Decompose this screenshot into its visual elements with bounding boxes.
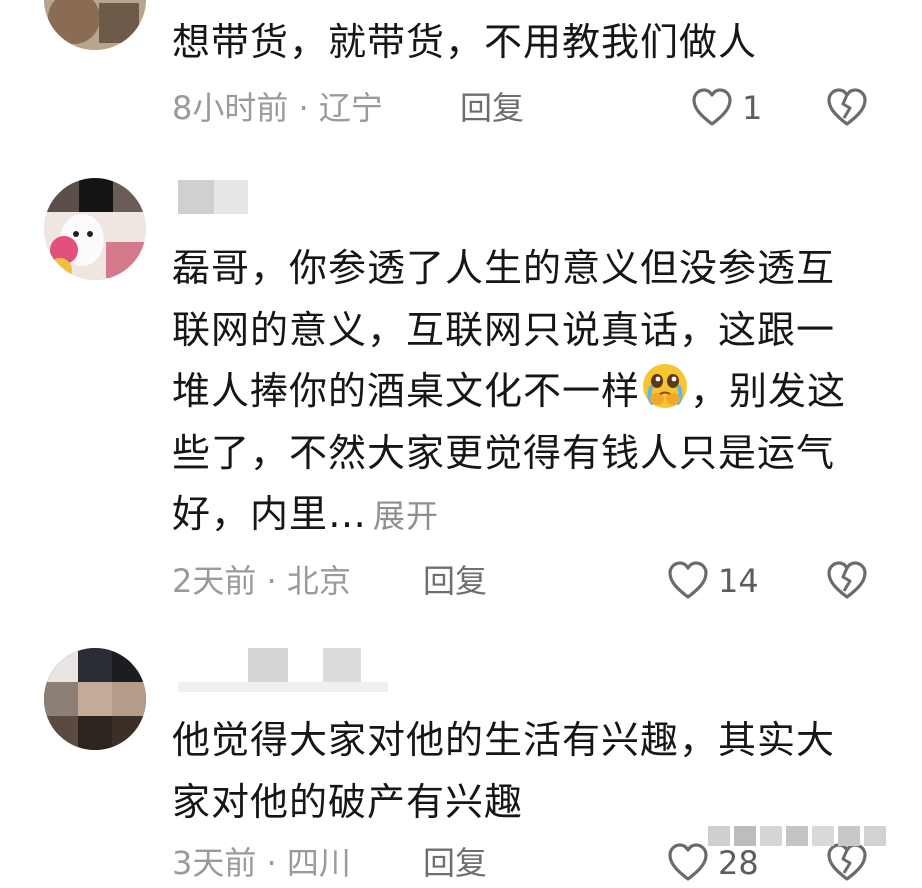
comment-text: 他觉得大家对他的生活有兴趣，其实大家对他的破产有兴趣 <box>172 718 836 824</box>
comment-time: 8小时前 <box>172 89 289 127</box>
avatar[interactable] <box>44 648 146 750</box>
broken-heart-icon[interactable] <box>825 86 869 130</box>
meta-separator: · <box>288 89 319 127</box>
comment-time: 2天前 <box>172 562 257 600</box>
avatar[interactable] <box>44 178 146 280</box>
like-button[interactable]: 14 <box>666 556 759 606</box>
like-count: 14 <box>718 562 759 600</box>
broken-heart-icon[interactable] <box>825 559 869 603</box>
meta-separator: · <box>256 562 287 600</box>
watermark-logo <box>708 826 886 846</box>
comment-meta: 8小时前 · 辽宁 <box>172 83 383 133</box>
comment-location: 北京 <box>286 562 351 600</box>
comment-location: 四川 <box>286 844 351 882</box>
heart-icon <box>668 561 708 599</box>
comment-meta: 3天前 · 四川 <box>172 838 351 888</box>
reply-button[interactable]: 回复 <box>423 838 487 888</box>
comment-text: 磊哥，你参透了人生的意义但没参透互联网的意义，互联网只说真话，这跟一堆人捧你的酒… <box>172 238 862 548</box>
username-redacted <box>178 180 258 214</box>
like-button[interactable]: 1 <box>690 83 762 133</box>
avatar[interactable] <box>44 0 146 50</box>
reply-button[interactable]: 回复 <box>423 556 487 606</box>
like-count: 1 <box>742 89 763 127</box>
reply-button[interactable]: 回复 <box>460 83 524 133</box>
meta-separator: · <box>256 844 287 882</box>
comment-time: 3天前 <box>172 844 257 882</box>
username-redacted <box>178 648 388 692</box>
heart-icon <box>692 88 732 126</box>
comment-location: 辽宁 <box>318 89 383 127</box>
comment-meta: 2天前 · 北京 <box>172 556 351 606</box>
expand-button[interactable]: 展开 <box>373 497 439 535</box>
comment-text: 想带货，就带货，不用教我们做人 <box>172 20 758 64</box>
crying-pleading-emoji-icon <box>643 364 688 408</box>
heart-icon <box>668 843 708 881</box>
